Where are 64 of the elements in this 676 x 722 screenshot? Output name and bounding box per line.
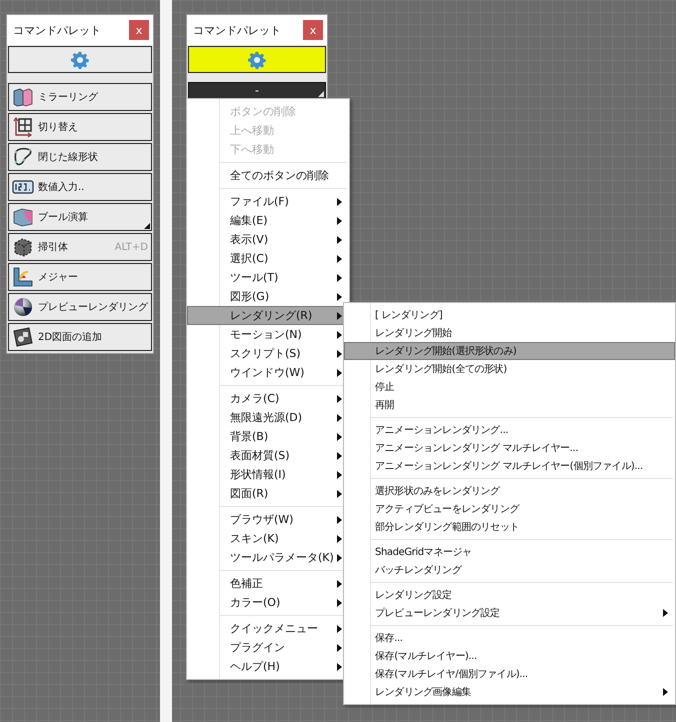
submenu-arrow-icon — [337, 534, 342, 542]
submenu-arrow-icon — [337, 624, 342, 632]
mirror-shape-icon — [12, 86, 34, 108]
submenu-arrow-icon — [337, 394, 342, 402]
collapse-bar[interactable]: - — [188, 82, 326, 99]
close-button[interactable]: x — [303, 20, 323, 40]
submenu-arrow-icon — [337, 312, 342, 320]
submenu-arrow-icon — [337, 452, 342, 460]
menu-item[interactable]: レンダリング開始(選択形状のみ) — [344, 342, 675, 360]
settings-icon — [71, 50, 89, 68]
submenu-arrow-icon — [663, 609, 668, 617]
command-button[interactable]: ブール演算 — [8, 203, 152, 231]
submenu-arrow-icon — [337, 662, 342, 670]
closed-curve-icon — [12, 146, 34, 168]
submenu-arrow-icon — [337, 254, 342, 262]
sphere-icon — [12, 296, 34, 318]
submenu-arrow-icon — [337, 414, 342, 422]
submenu-arrow-icon — [337, 236, 342, 244]
submenu-arrow-icon — [337, 330, 342, 338]
corner-triangle-icon — [144, 223, 150, 229]
submenu-arrow-icon — [337, 644, 342, 652]
submenu-arrow-icon — [337, 432, 342, 440]
command-button[interactable]: 閉じた線形状 — [8, 143, 152, 171]
shortcut-label: ALT+D — [114, 242, 148, 252]
grid-arrows-icon — [12, 116, 34, 138]
submenu-arrow-icon — [337, 216, 342, 224]
command-button[interactable]: プレビューレンダリング — [8, 293, 152, 321]
menu-item[interactable]: 選択(C) — [187, 249, 349, 268]
submenu-arrow-icon — [663, 688, 668, 696]
menu-item[interactable]: レンダリング画像編集 — [344, 683, 675, 701]
dashed-cube-icon — [12, 236, 34, 258]
settings-button[interactable] — [188, 46, 326, 73]
menu-item[interactable]: 編集(E) — [187, 211, 349, 230]
submenu-arrow-icon — [337, 470, 342, 478]
corner-triangle-icon — [318, 91, 324, 97]
command-button[interactable]: ミラーリング — [8, 83, 152, 111]
submenu-arrow-icon — [337, 350, 342, 358]
menu-item[interactable]: 図形(G) — [187, 287, 349, 306]
menu-item[interactable]: ツール(T) — [187, 268, 349, 287]
submenu-arrow-icon — [337, 554, 342, 562]
close-button[interactable]: x — [129, 20, 149, 40]
submenu-arrow-icon — [337, 490, 342, 498]
submenu-arrow-icon — [337, 516, 342, 524]
submenu-arrow-icon — [337, 274, 342, 282]
settings-icon — [248, 50, 266, 68]
menu-item[interactable]: 全てのボタンの削除 — [187, 166, 349, 185]
palette-title: コマンドパレット — [13, 22, 101, 38]
command-button[interactable]: メジャー — [8, 263, 152, 291]
submenu-arrow-icon — [337, 598, 342, 606]
shapes-card-icon — [12, 326, 34, 348]
command-button[interactable]: 切り替え — [8, 113, 152, 141]
ruler-icon — [12, 266, 34, 288]
command-button[interactable]: 数値入力.. — [8, 173, 152, 201]
palette-title: コマンドパレット — [193, 22, 281, 38]
settings-button[interactable] — [8, 46, 152, 73]
submenu-arrow-icon — [337, 580, 342, 588]
boolean-shape-icon — [12, 206, 34, 228]
submenu-arrow-icon — [337, 368, 342, 376]
submenu-arrow-icon — [337, 198, 342, 206]
menu-item[interactable]: ファイル(F) — [187, 192, 349, 211]
command-button[interactable]: 2D図面の追加 — [8, 323, 152, 351]
menu-item[interactable]: 表示(V) — [187, 230, 349, 249]
command-button[interactable]: 掃引体 ALT+D — [8, 233, 152, 261]
submenu-arrow-icon — [337, 292, 342, 300]
